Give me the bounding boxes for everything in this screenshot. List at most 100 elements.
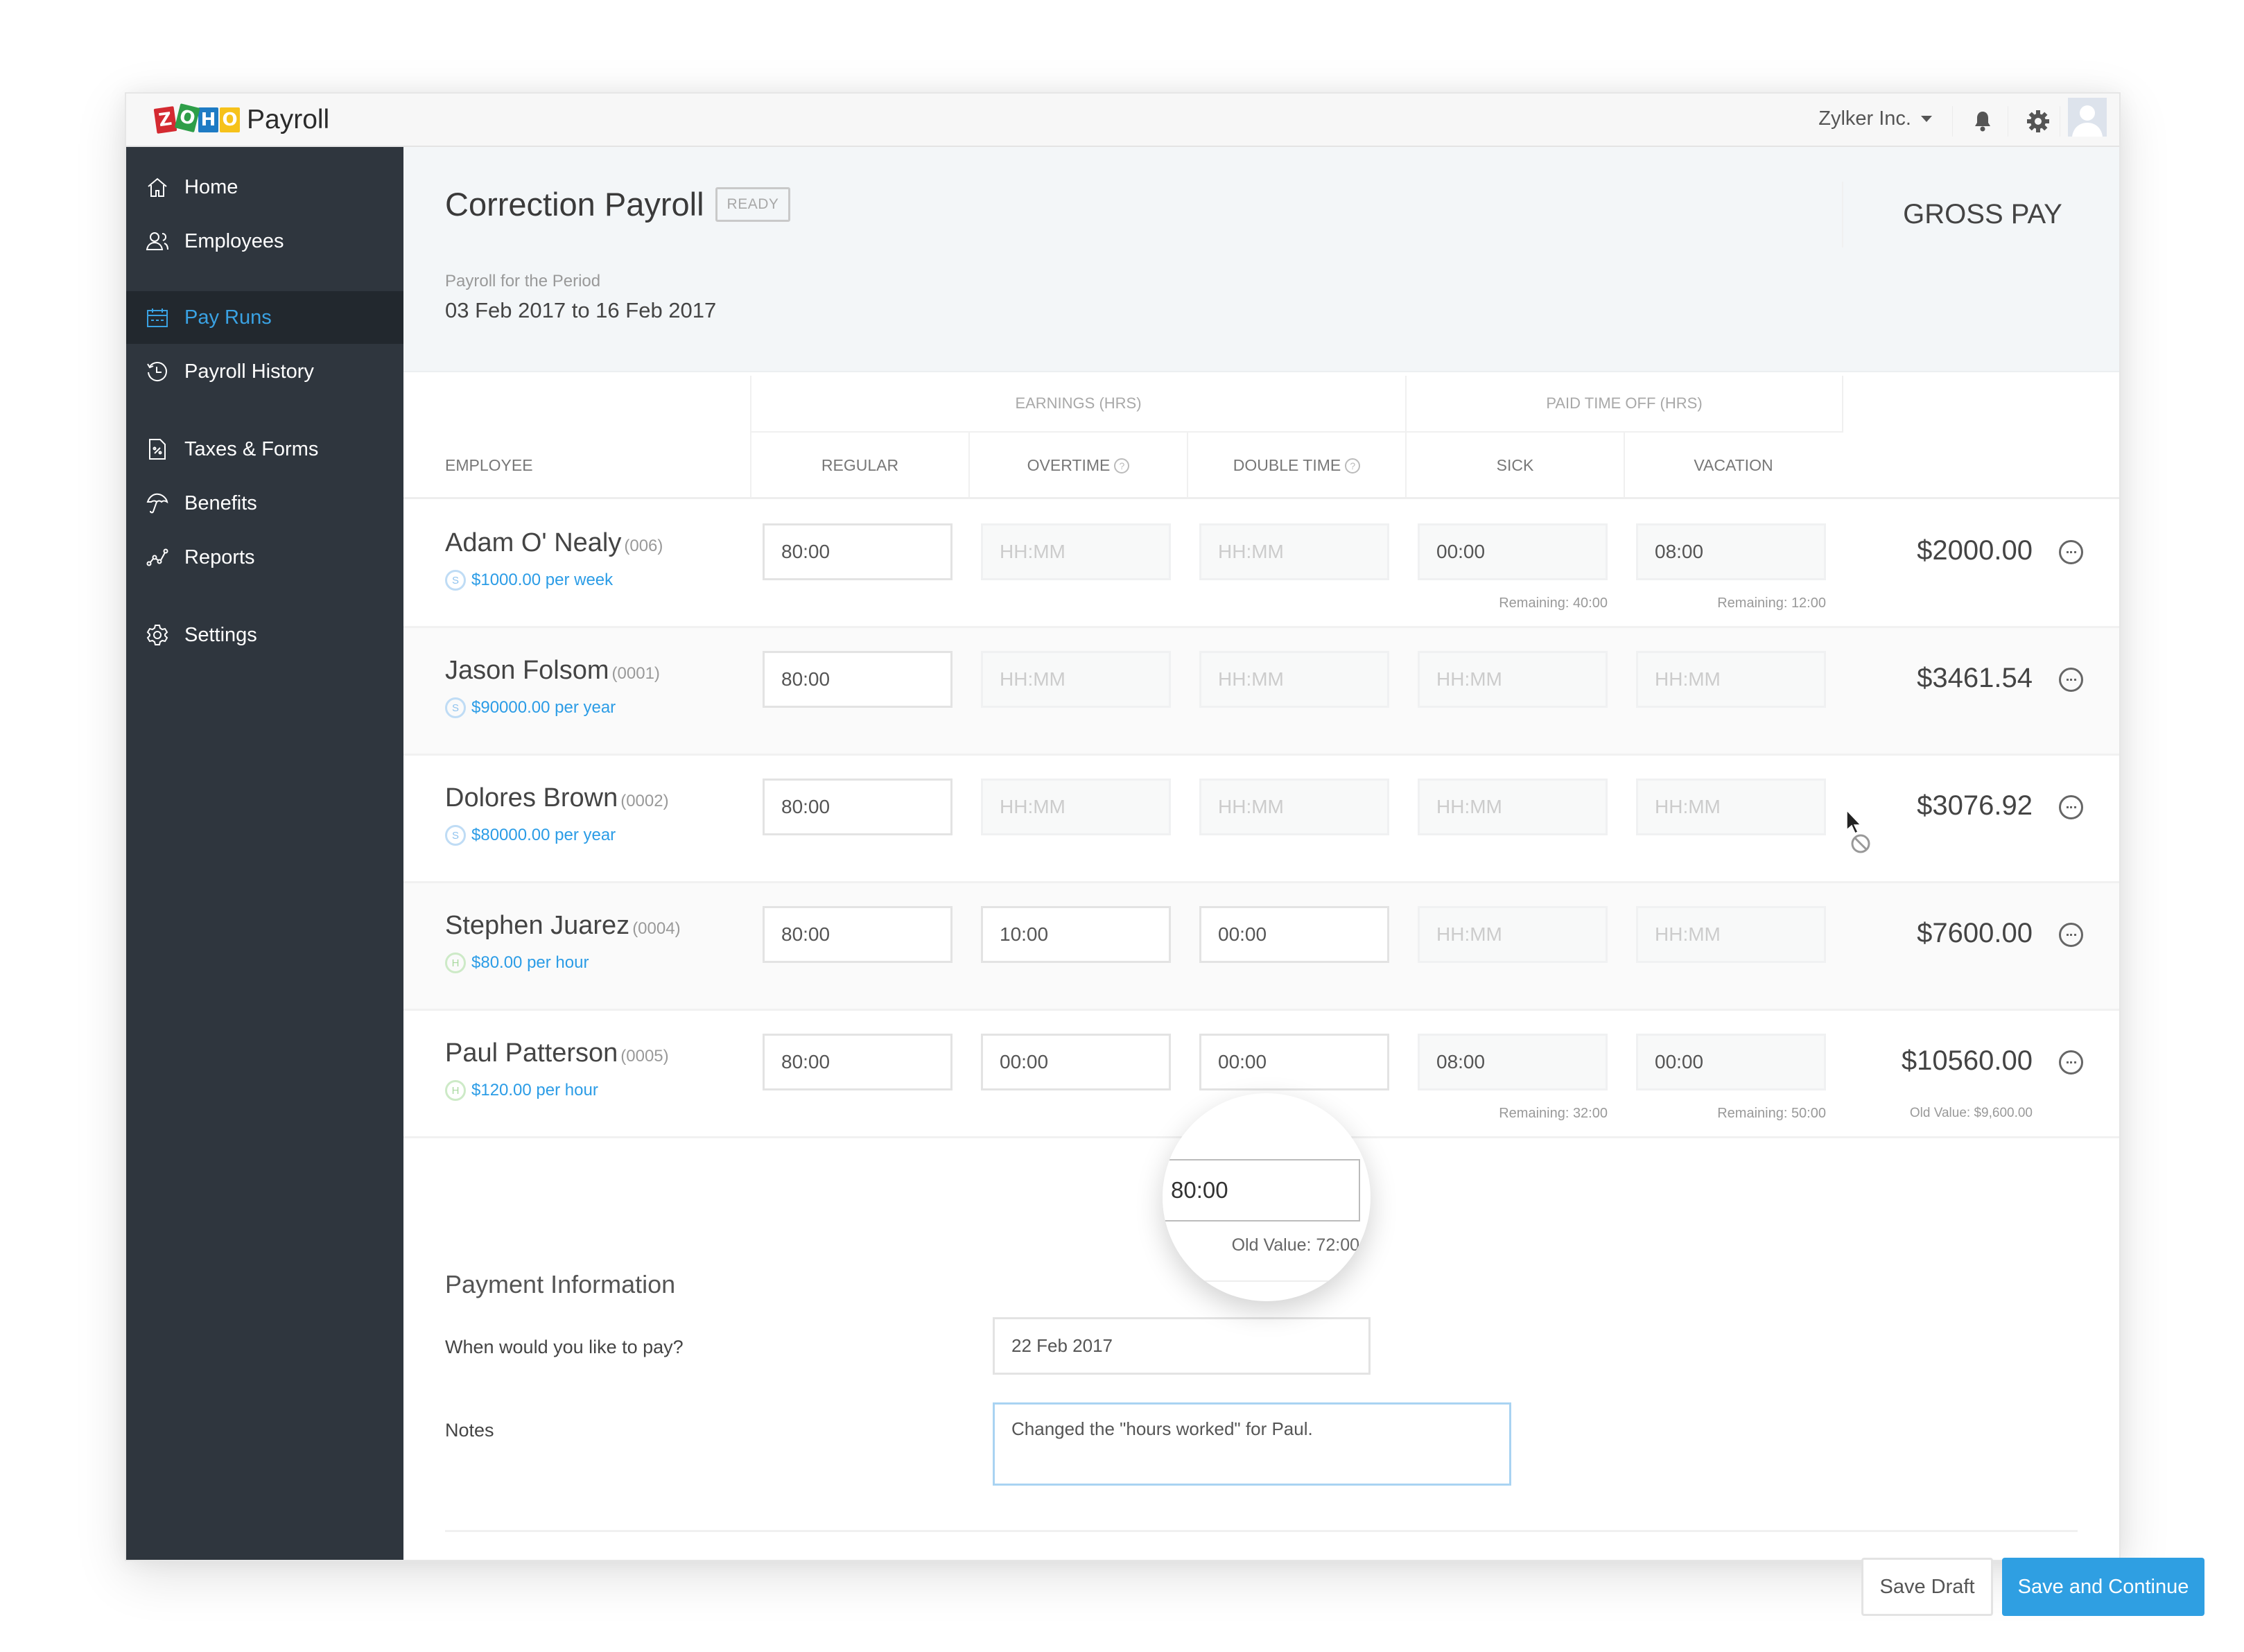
- gear-icon[interactable]: [2023, 106, 2053, 137]
- employee-name-cell[interactable]: Stephen Juarez (0004): [445, 911, 681, 941]
- column-header-employee: EMPLOYEE: [403, 433, 750, 498]
- sidebar-item-benefits[interactable]: Benefits: [126, 477, 403, 530]
- avatar[interactable]: [2068, 98, 2107, 137]
- sidebar-item-label: Reports: [184, 546, 255, 568]
- double-time-hours-input[interactable]: HH:MM: [1199, 651, 1389, 708]
- notes-textarea[interactable]: Changed the "hours worked" for Paul.: [993, 1402, 1511, 1486]
- overtime-hours-input[interactable]: 10:00: [981, 906, 1171, 963]
- employee-id: (006): [624, 537, 663, 555]
- overtime-hours-input[interactable]: HH:MM: [981, 779, 1171, 835]
- sidebar-item-label: Pay Runs: [184, 306, 272, 329]
- line-chart-icon: [146, 546, 169, 569]
- pto-group-header: PAID TIME OFF (HRS): [1405, 376, 1842, 433]
- column-header-regular: REGULAR: [750, 433, 968, 498]
- column-header-double-time: DOUBLE TIME?: [1187, 433, 1405, 498]
- sick-hours-input[interactable]: HH:MM: [1418, 779, 1608, 835]
- more-options-icon[interactable]: [2059, 923, 2083, 947]
- period-value: 03 Feb 2017 to 16 Feb 2017: [445, 298, 717, 322]
- sidebar-item-payroll-history[interactable]: Payroll History: [126, 345, 403, 398]
- org-switcher[interactable]: Zylker Inc.: [1818, 107, 1932, 130]
- employee-name-cell[interactable]: Dolores Brown (0002): [445, 783, 669, 813]
- double-time-hours-input[interactable]: HH:MM: [1199, 523, 1389, 580]
- home-icon: [146, 175, 169, 199]
- main-content: Correction Payroll READY Payroll for the…: [403, 147, 2204, 1616]
- zoho-payroll-logo[interactable]: Z O H O Payroll: [153, 103, 329, 135]
- app-window: Z O H O Payroll Zylker Inc. Home Employe…: [125, 92, 2204, 1616]
- regular-hours-input[interactable]: 80:00: [763, 523, 953, 580]
- more-options-icon[interactable]: [2059, 1050, 2083, 1075]
- pay-rate-value: $80.00 per hour: [471, 953, 589, 972]
- remaining-hours: Remaining: 50:00: [1717, 1106, 1826, 1121]
- sidebar-item-home[interactable]: Home: [126, 161, 403, 214]
- employee-name-cell[interactable]: Paul Patterson (0005): [445, 1038, 669, 1068]
- employee-name[interactable]: Jason Folsom: [445, 656, 609, 685]
- vacation-hours-input[interactable]: HH:MM: [1636, 651, 1826, 708]
- vacation-hours-input[interactable]: 00:00: [1636, 1034, 1826, 1090]
- org-name: Zylker Inc.: [1818, 107, 1911, 130]
- column-label: OVERTIME: [1027, 456, 1111, 474]
- vacation-hours-input[interactable]: HH:MM: [1636, 779, 1826, 835]
- overtime-hours-input[interactable]: 00:00: [981, 1034, 1171, 1090]
- sick-hours-input[interactable]: 08:00: [1418, 1034, 1608, 1090]
- sidebar-item-pay-runs[interactable]: Pay Runs: [126, 291, 403, 344]
- vacation-hours-input[interactable]: 08:00: [1636, 523, 1826, 580]
- column-label: SICK: [1496, 456, 1534, 474]
- sidebar-item-label: Payroll History: [184, 360, 314, 383]
- umbrella-icon: [146, 492, 169, 515]
- sidebar-item-taxes-forms[interactable]: Taxes & Forms: [126, 423, 403, 476]
- sick-hours-input[interactable]: HH:MM: [1418, 906, 1608, 963]
- users-icon: [146, 229, 169, 253]
- overtime-hours-input[interactable]: HH:MM: [981, 523, 1171, 580]
- notes-label: Notes: [445, 1420, 494, 1441]
- pay-date-label: When would you like to pay?: [445, 1337, 684, 1357]
- pay-rate-value: $1000.00 per week: [471, 571, 614, 589]
- help-icon[interactable]: ?: [1114, 458, 1130, 473]
- bell-icon[interactable]: [1967, 106, 1998, 137]
- employee-name[interactable]: Stephen Juarez: [445, 911, 629, 940]
- regular-hours-input-zoomed[interactable]: 80:00: [1163, 1159, 1360, 1221]
- regular-hours-input[interactable]: 80:00: [763, 1034, 953, 1090]
- employee-name-cell[interactable]: Jason Folsom (0001): [445, 656, 660, 686]
- history-icon: [146, 360, 169, 383]
- column-header-gross-pay: GROSS PAY: [1842, 182, 2122, 247]
- sidebar-item-reports[interactable]: Reports: [126, 531, 403, 584]
- salary-icon: S: [445, 697, 466, 718]
- overtime-hours-input[interactable]: HH:MM: [981, 651, 1171, 708]
- more-options-icon[interactable]: [2059, 668, 2083, 692]
- sidebar-item-label: Home: [184, 175, 238, 198]
- chevron-down-icon: [1921, 116, 1932, 122]
- gross-pay-value: $3076.92: [1917, 790, 2033, 821]
- save-and-continue-button[interactable]: Save and Continue: [2002, 1558, 2204, 1616]
- sick-hours-input[interactable]: HH:MM: [1418, 651, 1608, 708]
- regular-hours-input[interactable]: 80:00: [763, 779, 953, 835]
- double-time-hours-input[interactable]: 00:00: [1199, 1034, 1389, 1090]
- column-label: EMPLOYEE: [445, 456, 533, 474]
- double-time-hours-input[interactable]: HH:MM: [1199, 779, 1389, 835]
- employee-name[interactable]: Paul Patterson: [445, 1038, 618, 1068]
- divider: [1952, 106, 1953, 137]
- employee-id: (0005): [620, 1047, 669, 1066]
- save-draft-button[interactable]: Save Draft: [1861, 1558, 1993, 1616]
- double-time-hours-input[interactable]: 00:00: [1199, 906, 1389, 963]
- pay-date-input[interactable]: 22 Feb 2017: [993, 1317, 1371, 1375]
- pay-rate: H $120.00 per hour: [445, 1080, 598, 1101]
- regular-hours-input[interactable]: 80:00: [763, 651, 953, 708]
- regular-hours-input[interactable]: 80:00: [763, 906, 953, 963]
- old-value-note: Old Value: 72:00: [1231, 1235, 1359, 1255]
- divider: [403, 497, 2119, 499]
- divider: [1163, 1280, 1371, 1282]
- sidebar-item-employees[interactable]: Employees: [126, 215, 403, 268]
- employee-name[interactable]: Adam O' Nealy: [445, 528, 621, 557]
- sick-hours-input[interactable]: 00:00: [1418, 523, 1608, 580]
- more-options-icon[interactable]: [2059, 795, 2083, 819]
- column-header-vacation: VACATION: [1624, 433, 1842, 498]
- employee-name[interactable]: Dolores Brown: [445, 783, 618, 812]
- sidebar-item-label: Benefits: [184, 492, 257, 514]
- more-options-icon[interactable]: [2059, 540, 2083, 564]
- pay-rate: S $90000.00 per year: [445, 697, 616, 718]
- sidebar-item-settings[interactable]: Settings: [126, 609, 403, 661]
- help-icon[interactable]: ?: [1345, 458, 1361, 473]
- vacation-hours-input[interactable]: HH:MM: [1636, 906, 1826, 963]
- employee-name-cell[interactable]: Adam O' Nealy (006): [445, 528, 663, 558]
- employee-id: (0004): [632, 919, 681, 938]
